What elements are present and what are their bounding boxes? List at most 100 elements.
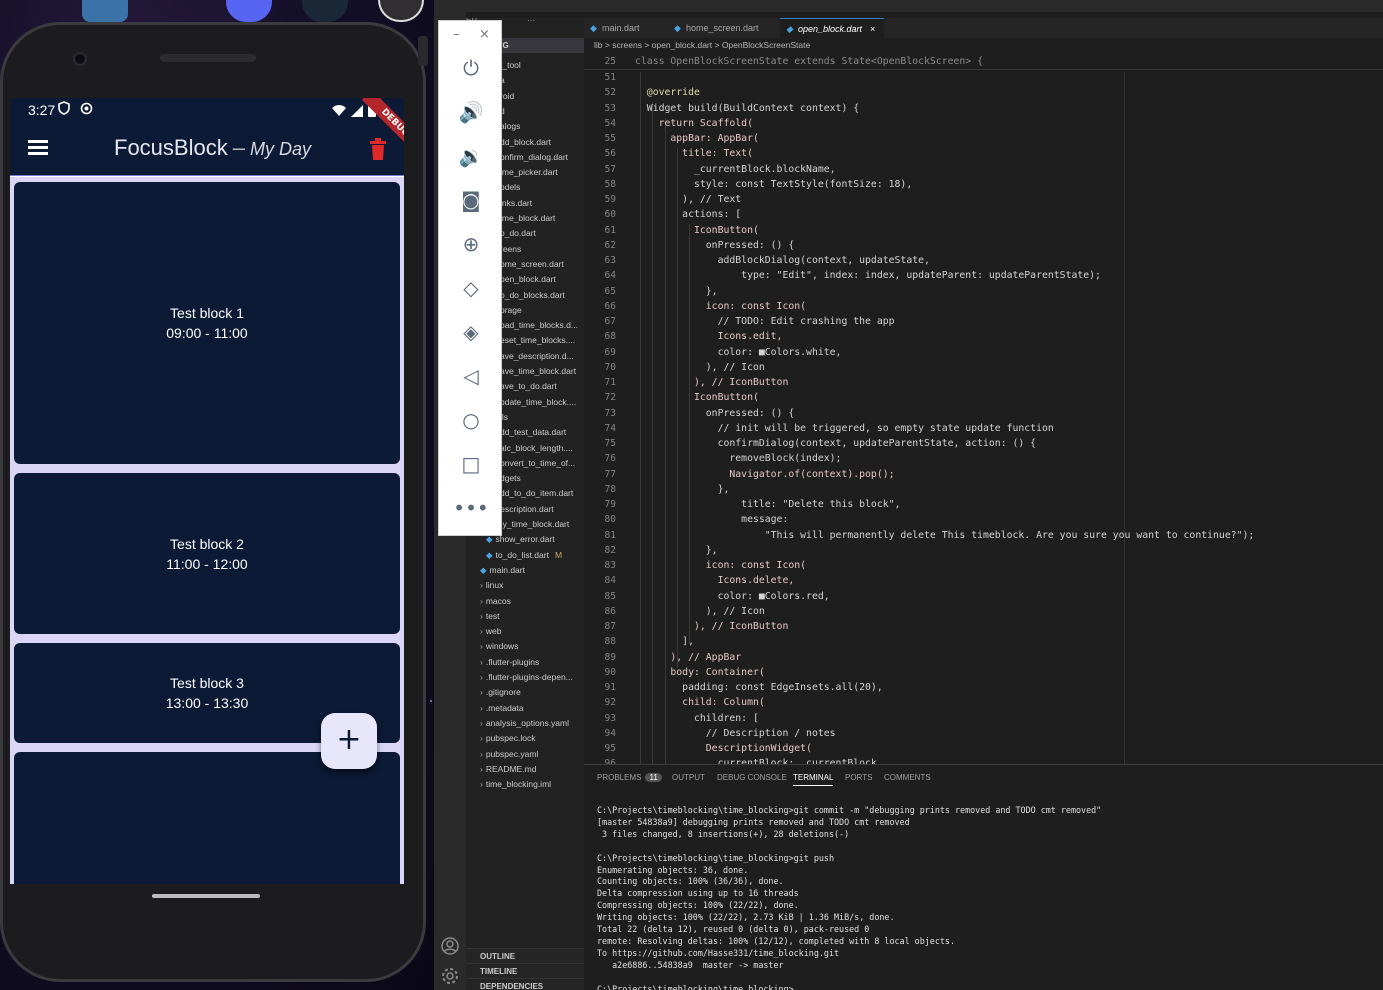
title-separator: – xyxy=(232,135,245,160)
breadcrumb[interactable]: lib > screens > open_block.dart > OpenBl… xyxy=(594,40,810,50)
time-block-card[interactable] xyxy=(14,752,400,884)
tree-item[interactable]: dd_block.dart xyxy=(500,135,551,150)
tree-item[interactable]: pdate_time_block.... xyxy=(500,395,576,410)
more-icon[interactable]: ••• xyxy=(453,493,489,523)
tree-item[interactable]: onfirm_dialog.dart xyxy=(500,150,568,165)
tree-item[interactable]: odels xyxy=(500,180,520,195)
tree-item[interactable]: ime_block.dart xyxy=(500,211,555,226)
add-block-button[interactable]: + xyxy=(321,713,377,769)
minimize-button[interactable]: – xyxy=(453,27,460,42)
code-line: // init will be triggered, so empty stat… xyxy=(635,422,1054,434)
tree-item[interactable]: ime_picker.dart xyxy=(500,165,558,180)
steam-icon[interactable] xyxy=(302,0,348,22)
tree-item[interactable]: ave_description.d... xyxy=(500,349,574,364)
gear-icon[interactable] xyxy=(440,966,460,986)
tree-item[interactable]: › macos xyxy=(480,594,511,609)
tree-item[interactable]: ◆ to_do_list.dart M xyxy=(486,548,562,563)
time-block-card[interactable]: Test block 2 11:00 - 12:00 xyxy=(14,473,400,634)
tab-ports[interactable]: PORTS xyxy=(845,773,872,782)
home-icon[interactable]: ○ xyxy=(453,405,489,435)
trash-icon[interactable] xyxy=(370,138,386,160)
line-number: 80 xyxy=(604,514,616,526)
time-block-card[interactable]: Test block 1 09:00 - 11:00 xyxy=(14,182,400,464)
camera-icon[interactable]: ◙ xyxy=(453,185,489,215)
volume-down-icon[interactable]: 🔉 xyxy=(453,141,489,171)
overview-icon[interactable]: □ xyxy=(453,449,489,479)
line-number: 75 xyxy=(604,438,616,449)
home-indicator[interactable] xyxy=(152,894,260,898)
tree-item[interactable]: eset_time_blocks.... xyxy=(500,333,575,348)
code-editor[interactable]: 25 class OpenBlockScreenState extends St… xyxy=(584,54,1383,764)
tab-main-dart[interactable]: ◆ main.dart xyxy=(584,18,668,38)
tree-item[interactable]: › .gitignore xyxy=(480,685,521,700)
tab-open-block[interactable]: ◆ open_block.dart × xyxy=(780,18,884,38)
tab-terminal[interactable]: TERMINAL xyxy=(793,773,834,786)
discord-icon[interactable] xyxy=(226,0,272,22)
tree-item[interactable]: onvert_to_time_of... xyxy=(500,456,575,471)
timeline-section[interactable]: TIMELINE xyxy=(466,963,584,978)
tree-item[interactable]: oad_time_blocks.d... xyxy=(500,318,578,333)
tree-item[interactable]: dgets xyxy=(500,471,521,486)
sticky-code-line: class OpenBlockScreenState extends State… xyxy=(635,56,983,67)
account-icon[interactable] xyxy=(440,936,460,956)
dart-file-icon: ◆ xyxy=(486,549,493,560)
code-line: style: const TextStyle(fontSize: 18), xyxy=(635,178,913,190)
close-icon[interactable]: × xyxy=(870,24,875,34)
obs-icon[interactable] xyxy=(378,0,424,22)
line-number: 77 xyxy=(604,468,616,480)
file-icon: › xyxy=(480,717,483,728)
zoom-icon[interactable]: ⊕ xyxy=(453,229,489,259)
python-icon[interactable] xyxy=(82,0,128,22)
file-icon: › xyxy=(480,626,483,637)
tree-item[interactable]: dd_test_data.dart xyxy=(500,425,566,440)
tree-item[interactable]: orage xyxy=(500,303,522,318)
tree-item[interactable]: alc_block_length.... xyxy=(500,441,573,456)
outline-section[interactable]: OUTLINE xyxy=(466,948,584,963)
rotate-right-icon[interactable]: ◈ xyxy=(453,317,489,347)
tree-item[interactable]: › test xyxy=(480,609,500,624)
tree-item[interactable]: ◆ main.dart xyxy=(480,563,525,578)
back-icon[interactable]: ◁ xyxy=(453,361,489,391)
power-icon[interactable]: ⏻ xyxy=(453,53,489,83)
tree-item[interactable]: ave_to_do.dart xyxy=(500,379,557,394)
tree-item[interactable]: alogs xyxy=(500,119,520,134)
volume-up-icon[interactable]: 🔊 xyxy=(453,97,489,127)
code-line: }, xyxy=(635,483,730,495)
tree-item[interactable]: pen_block.dart xyxy=(500,272,556,287)
tab-home-screen[interactable]: ◆ home_screen.dart xyxy=(668,18,780,38)
tree-item[interactable]: t_tool xyxy=(500,58,521,73)
tab-debug-console[interactable]: DEBUG CONSOLE xyxy=(717,773,787,782)
close-button[interactable]: × xyxy=(479,27,490,42)
terminal-line: Delta compression using up to 16 threads xyxy=(597,888,799,899)
tree-item[interactable]: inks.dart xyxy=(500,196,532,211)
rotate-left-icon[interactable]: ◇ xyxy=(453,273,489,303)
tree-item[interactable]: › web xyxy=(480,624,501,639)
file-icon: › xyxy=(480,672,483,682)
tab-problems[interactable]: PROBLEMS 11 xyxy=(597,773,662,782)
tree-item[interactable]: dd_to_do_item.dart xyxy=(500,486,573,501)
tree-item[interactable]: o_do_blocks.dart xyxy=(500,288,565,303)
tab-comments[interactable]: COMMENTS xyxy=(884,773,931,782)
tree-item[interactable]: › .flutter-plugins-depen... xyxy=(480,670,573,685)
tree-item[interactable]: reens xyxy=(500,242,521,257)
tree-item[interactable]: roid xyxy=(500,89,514,104)
editor-tabs: ◆ main.dart ◆ home_screen.dart ◆ open_block… xyxy=(584,18,1383,38)
tree-item[interactable]: ave_time_block.dart xyxy=(500,364,576,379)
problems-badge: 11 xyxy=(645,773,662,782)
menu-icon[interactable] xyxy=(28,140,48,156)
tree-item[interactable]: › .flutter-plugins xyxy=(480,655,539,670)
dependencies-section[interactable]: DEPENDENCIES xyxy=(466,978,584,990)
tree-item[interactable]: › analysis_options.yaml xyxy=(480,716,569,731)
tab-output[interactable]: OUTPUT xyxy=(672,773,705,782)
tree-item[interactable]: › time_blocking.iml xyxy=(480,777,551,792)
tree-item[interactable]: › .metadata xyxy=(480,701,524,716)
sticky-scroll-header: 25 class OpenBlockScreenState extends St… xyxy=(584,54,1383,70)
app-title: FocusBlock xyxy=(114,135,228,160)
tree-item[interactable]: › pubspec.lock xyxy=(480,731,535,746)
tree-item[interactable]: › README.md xyxy=(480,762,536,777)
tree-item[interactable]: › pubspec.yaml xyxy=(480,747,538,762)
tree-item[interactable]: ome_screen.dart xyxy=(500,257,564,272)
tree-item[interactable]: › linux xyxy=(480,578,503,593)
tree-item[interactable]: › windows xyxy=(480,639,518,654)
tree-item[interactable]: o_do.dart xyxy=(500,226,536,241)
